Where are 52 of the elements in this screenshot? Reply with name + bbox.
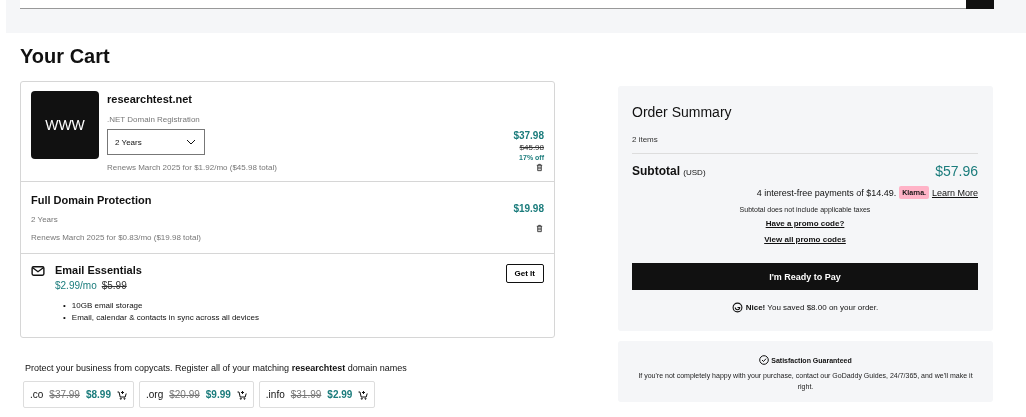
original-price: $5.99 — [101, 280, 127, 291]
upsell-text: Protect your business from copycats. Register all of your matching researchtest domain names — [25, 363, 408, 373]
price: $2.99/mo — [55, 280, 97, 291]
cart-icon — [236, 389, 247, 400]
term-text: 2 Years — [31, 215, 59, 224]
domain-option[interactable]: .org $20.99 $9.99 — [138, 381, 254, 408]
check-circle-icon — [759, 355, 770, 365]
installment-text: 4 interest-free payments of $14.49. — [756, 187, 897, 198]
get-it-button[interactable]: Get It — [505, 264, 544, 283]
promo-link[interactable]: Have a promo code? — [765, 219, 845, 228]
subtotal-label: Subtotal (USD) — [632, 164, 706, 178]
learn-more-link[interactable]: Learn More — [931, 187, 978, 198]
domain-option[interactable]: .info $31.99 $2.99 — [258, 381, 376, 408]
price: $37.98 — [513, 130, 544, 141]
bullet: • — [63, 300, 66, 312]
envelope-icon — [31, 264, 45, 278]
chevron-icon — [186, 139, 196, 145]
tld: .info — [265, 389, 285, 400]
original-price: $31.99 — [290, 389, 322, 400]
page-title: Your Cart — [20, 44, 111, 68]
product-type: .NET Domain Registration — [107, 115, 201, 124]
renewal-text: Renews March 2025 for $1.92/mo ($45.98 total) — [107, 163, 278, 172]
original-price: $20.99 — [169, 389, 200, 400]
price: $19.98 — [513, 203, 544, 214]
subtotal-amount: $57.96 — [935, 163, 978, 179]
trash-icon[interactable] — [535, 163, 544, 172]
domain-option[interactable]: .co $37.99 $8.99 — [23, 381, 134, 408]
pay-button[interactable]: I'm Ready to Pay — [632, 263, 978, 290]
price: $8.99 — [85, 389, 111, 400]
product-name: Email Essentials — [55, 264, 143, 276]
feature-item: Email, calendar & contacts in sync across all devices — [71, 312, 259, 324]
promo-codes-link[interactable]: View all promo codes — [764, 235, 846, 244]
savings-text: Nice! You saved $8.00 on your order. — [745, 303, 879, 312]
price: $9.99 — [205, 389, 231, 400]
trash-icon[interactable] — [535, 224, 544, 233]
bullet: • — [63, 312, 66, 324]
renewal-text: Renews March 2025 for $0.83/mo ($19.98 total) — [31, 233, 202, 242]
tld: .org — [145, 389, 164, 400]
summary-title: Order Summary — [632, 104, 733, 120]
domain-logo: WWW — [31, 91, 99, 159]
item-count: 2 items — [632, 135, 978, 154]
price: $2.99 — [327, 389, 353, 400]
domain-name: researchtest.net — [107, 93, 193, 105]
original-price: $45.98 — [519, 143, 544, 152]
logo-icon — [731, 302, 743, 313]
feature-item: 10GB email storage — [71, 300, 143, 312]
tld: .co — [30, 389, 44, 400]
product-name: Full Domain Protection — [31, 194, 153, 206]
cart-icon — [358, 389, 369, 400]
cart-icon — [116, 389, 127, 400]
term-select[interactable]: 2 Years — [107, 129, 205, 155]
original-price: $37.99 — [49, 389, 80, 400]
